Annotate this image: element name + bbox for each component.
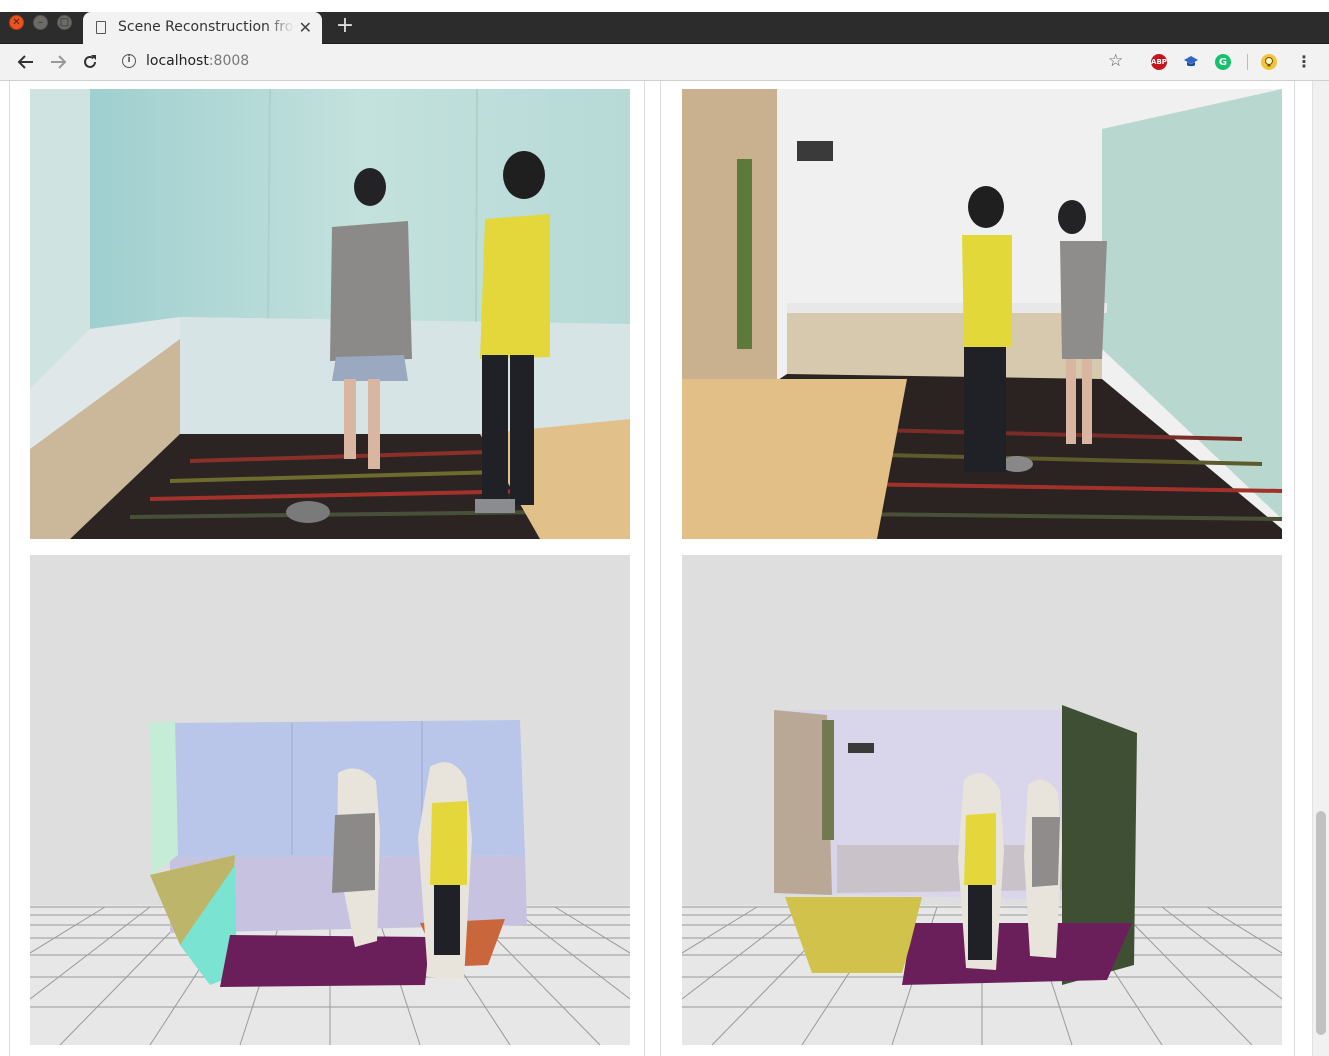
input-photo-1	[30, 89, 630, 539]
page-scrollbar[interactable]	[1312, 81, 1329, 1056]
forward-button[interactable]	[46, 50, 70, 74]
window-maximize-button[interactable]: □	[57, 15, 72, 30]
reload-button[interactable]	[78, 50, 102, 74]
arrow-left-icon	[17, 55, 33, 69]
photo-image	[682, 89, 1282, 539]
input-photo-2	[682, 89, 1282, 539]
site-info-icon[interactable]: i	[122, 54, 136, 68]
photo-image	[30, 89, 630, 539]
toolbar-separator	[1247, 54, 1248, 70]
arrow-right-icon	[51, 55, 67, 69]
column-border	[9, 81, 10, 1056]
bookmark-star-icon[interactable]: ☆	[1108, 51, 1123, 71]
url-port: :8008	[208, 53, 250, 69]
new-tab-button[interactable]: +	[334, 12, 356, 40]
reconstruction-2[interactable]	[682, 555, 1282, 1045]
lightbulb-icon	[1265, 57, 1273, 67]
tab-title: Scene Reconstruction from	[118, 19, 294, 35]
graduation-cap-icon	[1184, 56, 1198, 67]
document-icon	[96, 21, 106, 34]
column-border	[644, 81, 645, 1056]
column-border	[1294, 81, 1295, 1056]
scrollbar-thumb[interactable]	[1316, 811, 1326, 1035]
tab-close-icon[interactable]: ✕	[299, 18, 312, 37]
reconstruction-1[interactable]	[30, 555, 630, 1045]
browser-menu-icon[interactable]: ⋮	[1296, 52, 1312, 71]
reload-icon	[84, 55, 96, 68]
page-viewport	[0, 81, 1312, 1056]
address-bar[interactable]: localhost:8008	[146, 53, 249, 69]
grammarly-extension-icon[interactable]: G	[1215, 54, 1231, 70]
window-close-button[interactable]: ✕	[9, 15, 24, 30]
reconstruction-viewer[interactable]	[30, 555, 630, 1045]
title-bar-top-strip	[0, 0, 1329, 12]
lightbulb-extension-icon[interactable]	[1261, 54, 1277, 70]
title-bar: ✕ – □ Scene Reconstruction from ✕ +	[0, 0, 1329, 44]
window-minimize-button[interactable]: –	[33, 15, 48, 30]
reconstruction-viewer[interactable]	[682, 555, 1282, 1045]
column-border	[660, 81, 661, 1056]
graduation-cap-extension-icon[interactable]	[1183, 54, 1199, 70]
adblock-extension-icon[interactable]: ABP	[1151, 54, 1167, 70]
url-host: localhost	[146, 53, 209, 69]
browser-tab[interactable]: Scene Reconstruction from ✕	[83, 12, 322, 44]
back-button[interactable]	[14, 50, 38, 74]
browser-toolbar: i localhost:8008 ☆ ABP G ⋮	[0, 44, 1329, 81]
